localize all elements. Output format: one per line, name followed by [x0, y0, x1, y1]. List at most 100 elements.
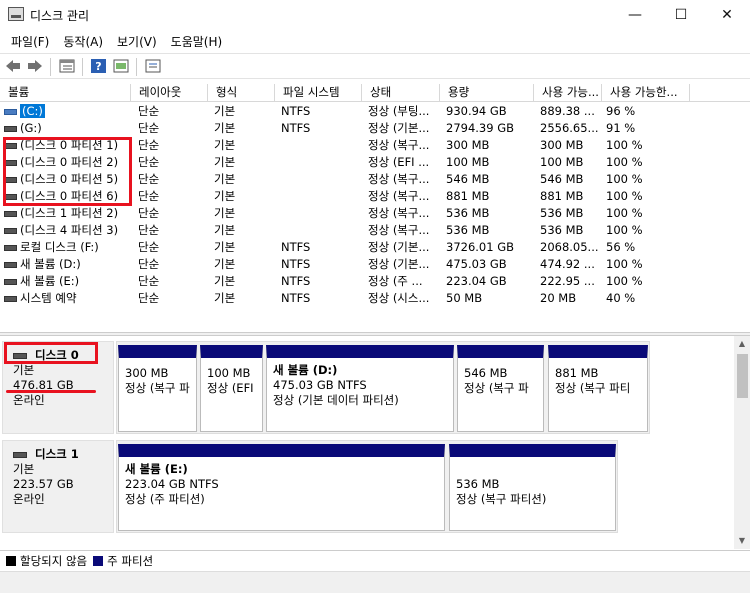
column-status[interactable]: 상태 [362, 84, 440, 102]
column-volume[interactable]: 볼륨 [0, 84, 131, 102]
annotation-box-disk0 [4, 342, 98, 364]
scrollbar-thumb[interactable] [737, 354, 748, 398]
volume-row[interactable]: 로컬 디스크 (F:) 단순 기본 NTFS 정상 (기본... 3726.01 GB 20… [0, 239, 750, 256]
disk-1-partition-2[interactable]: 536 MB 정상 (복구 파티션) [449, 444, 616, 531]
volume-type-cell: 기본 [214, 138, 236, 152]
volume-free-cell: 881 MB [540, 189, 584, 203]
volume-fs-cell [281, 205, 361, 222]
volume-capacity-cell: 536 MB [446, 223, 490, 237]
volume-layout-cell: 단순 [138, 138, 160, 152]
volume-free-cell: 474.92 ... [540, 257, 595, 271]
volume-name-cell: (G:) [0, 120, 135, 137]
column-type[interactable]: 형식 [208, 84, 275, 102]
volume-capacity-cell: 2794.39 GB [446, 121, 515, 135]
minimize-button[interactable]: — [612, 0, 658, 30]
volume-layout-cell: 단순 [138, 206, 160, 220]
menu-action[interactable]: 동작(A) [56, 33, 110, 50]
volume-row[interactable]: 새 볼륨 (E:) 단순 기본 NTFS 정상 (주 ... 223.04 GB 222.9… [0, 273, 750, 290]
volume-layout-cell: 단순 [138, 104, 160, 118]
volume-pct-cell: 100 % [606, 206, 643, 220]
help-icon[interactable]: ? [90, 58, 108, 74]
volume-row[interactable]: (디스크 4 파티션 3) 단순 기본 정상 (복구... 536 MB 536 MB 10… [0, 222, 750, 239]
volume-drive-icon [4, 210, 17, 217]
volume-name-cell: (C:) [0, 103, 135, 120]
partition-status: 정상 (복구 파티션) [456, 492, 547, 506]
legend-primary-partition: 주 파티션 [93, 553, 153, 569]
forward-arrow-icon[interactable] [26, 58, 44, 74]
volume-capacity-cell: 300 MB [446, 138, 490, 152]
column-free-percent[interactable]: 사용 가능한... [602, 84, 690, 102]
disk-1-partition-e[interactable]: 새 볼륨 (E:) 223.04 GB NTFS 정상 (주 파티션) [118, 444, 445, 531]
volume-row[interactable]: (C:) 단순 기본 NTFS 정상 (부팅... 930.94 GB 889.38 ...… [0, 103, 750, 120]
column-capacity[interactable]: 용량 [440, 84, 534, 102]
menu-file[interactable]: 파일(F) [4, 33, 56, 50]
volume-layout-cell: 단순 [138, 291, 160, 305]
volume-pct-cell: 100 % [606, 257, 643, 271]
refresh-view-icon[interactable] [112, 58, 130, 74]
disk-1-info[interactable]: 디스크 1 기본 223.57 GB 온라인 [2, 440, 114, 533]
back-arrow-icon[interactable] [4, 58, 22, 74]
annotation-underline-disk0-size [6, 390, 96, 393]
column-layout[interactable]: 레이아웃 [131, 84, 208, 102]
volume-capacity-cell: 881 MB [446, 189, 490, 203]
volume-row[interactable]: (디스크 1 파티션 2) 단순 기본 정상 (복구... 536 MB 536 MB 10… [0, 205, 750, 222]
disk-0-partition-5[interactable]: 546 MB 정상 (복구 파 [457, 345, 544, 432]
volume-layout-cell: 단순 [138, 121, 160, 135]
volume-status-cell: 정상 (시스... [368, 291, 430, 305]
menu-view[interactable]: 보기(V) [110, 33, 164, 50]
toolbar: ? [0, 53, 750, 79]
volume-row[interactable]: 새 볼륨 (D:) 단순 기본 NTFS 정상 (기본... 475.03 GB 474.9… [0, 256, 750, 273]
close-button[interactable]: ✕ [704, 0, 750, 30]
volume-capacity-cell: 930.94 GB [446, 104, 507, 118]
volume-row[interactable]: 시스템 예약 단순 기본 NTFS 정상 (시스... 50 MB 20 MB 40 % [0, 290, 750, 307]
volume-name: (디스크 4 파티션 3) [20, 223, 119, 237]
menu-help[interactable]: 도움말(H) [164, 33, 230, 50]
volume-row[interactable]: (G:) 단순 기본 NTFS 정상 (기본... 2794.39 GB 2556.65..… [0, 120, 750, 137]
volume-fs-cell: NTFS [281, 104, 311, 118]
volume-status-cell: 정상 (복구... [368, 223, 430, 237]
partition-name: 새 볼륨 (D:) [273, 363, 338, 377]
volume-name-cell: 새 볼륨 (E:) [0, 273, 135, 290]
disk-0-partition-d[interactable]: 새 볼륨 (D:) 475.03 GB NTFS 정상 (기본 데이터 파티션) [266, 345, 454, 432]
volume-type-cell: 기본 [214, 274, 236, 288]
disk-map-scrollbar[interactable]: ▲ ▼ [734, 336, 750, 549]
column-free-space[interactable]: 사용 가능... [534, 84, 602, 102]
status-bar [0, 571, 750, 593]
toolbar-separator [82, 58, 83, 76]
volume-pct-cell: 100 % [606, 274, 643, 288]
maximize-button[interactable]: ☐ [658, 0, 704, 30]
partition-size: 475.03 GB NTFS [273, 378, 367, 392]
column-file-system[interactable]: 파일 시스템 [275, 84, 362, 102]
disk-0-partition-6[interactable]: 881 MB 정상 (복구 파티 [548, 345, 648, 432]
volume-free-cell: 20 MB [540, 291, 577, 305]
volume-pct-cell: 100 % [606, 172, 643, 186]
volume-drive-icon [4, 108, 17, 115]
volume-fs-cell [281, 137, 361, 154]
volume-name: 로컬 디스크 (F:) [20, 240, 99, 254]
properties-list-icon[interactable] [58, 58, 76, 74]
volume-status-cell: 정상 (주 ... [368, 274, 423, 288]
title-bar: 디스크 관리 — ☐ ✕ [0, 0, 750, 30]
svg-text:?: ? [95, 60, 101, 73]
toolbar-separator [136, 58, 137, 76]
partition-status: 정상 (복구 파티 [555, 381, 631, 395]
volume-layout-cell: 단순 [138, 189, 160, 203]
disk-0-partition-2[interactable]: 100 MB 정상 (EFI [200, 345, 263, 432]
volume-layout-cell: 단순 [138, 155, 160, 169]
partition-status: 정상 (복구 파 [125, 381, 190, 395]
legend: 할당되지 않음 주 파티션 [0, 550, 750, 570]
volume-type-cell: 기본 [214, 240, 236, 254]
scroll-down-icon[interactable]: ▼ [734, 533, 750, 549]
volume-free-cell: 2068.05... [540, 240, 599, 254]
volume-name: (G:) [20, 121, 42, 135]
volume-name: (디스크 1 파티션 2) [20, 206, 119, 220]
disk-0-partition-1[interactable]: 300 MB 정상 (복구 파 [118, 345, 197, 432]
settings-panel-icon[interactable] [144, 58, 162, 74]
disk-1-kind: 기본 [13, 462, 35, 476]
volume-drive-icon [4, 278, 17, 285]
volume-fs-cell [281, 222, 361, 239]
disk-map-area: 디스크 0 기본 476.81 GB 온라인 300 MB 정상 (복구 파 1… [0, 336, 734, 549]
scroll-up-icon[interactable]: ▲ [734, 336, 750, 352]
disk-0-kind: 기본 [13, 363, 35, 377]
volume-fs-cell: NTFS [281, 240, 311, 254]
